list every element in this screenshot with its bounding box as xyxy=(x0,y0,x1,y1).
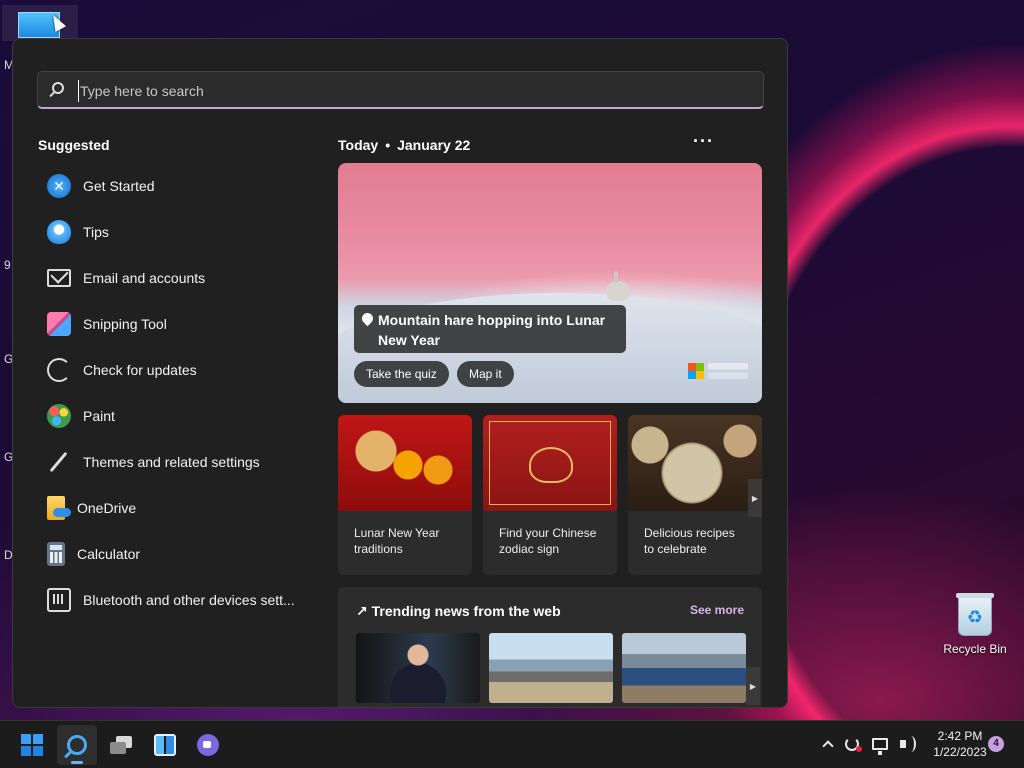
suggested-item-label: Snipping Tool xyxy=(83,316,167,332)
card-chinese-zodiac[interactable]: Find your Chinese zodiac sign xyxy=(483,415,617,575)
suggested-item-check-updates[interactable]: Check for updates xyxy=(37,347,307,393)
search-panel: Suggested ✕ Get Started Tips Email and a… xyxy=(12,38,788,708)
hero-caption-text: Mountain hare hopping into Lunar New Yea… xyxy=(378,312,606,348)
chevron-up-icon xyxy=(822,740,834,752)
suggested-item-label: Get Started xyxy=(83,178,155,194)
card-lunar-new-year[interactable]: Lunar New Year traditions xyxy=(338,415,472,575)
suggested-item-label: Bluetooth and other devices sett... xyxy=(83,592,295,608)
recycle-bin[interactable]: ♻ Recycle Bin xyxy=(940,593,1010,656)
bluetooth-devices-icon xyxy=(47,588,71,612)
suggested-item-tips[interactable]: Tips xyxy=(37,209,307,255)
widgets-button[interactable] xyxy=(145,725,185,765)
suggested-item-label: Paint xyxy=(83,408,115,424)
widgets-icon xyxy=(154,734,176,756)
microsoft-bing-logo-icon xyxy=(688,363,704,379)
suggested-item-paint[interactable]: Paint xyxy=(37,393,307,439)
brush-icon xyxy=(47,450,71,474)
alert-dot-icon xyxy=(856,746,862,752)
network-button[interactable] xyxy=(870,733,890,755)
taskbar-search-button[interactable] xyxy=(57,725,97,765)
cards-scroll-right-icon[interactable]: ▶ xyxy=(748,479,762,517)
see-more-link[interactable]: See more xyxy=(690,603,744,617)
tips-lightbulb-icon xyxy=(47,220,71,244)
task-view-icon xyxy=(110,736,132,754)
chat-button[interactable] xyxy=(188,725,228,765)
refresh-icon xyxy=(47,358,71,382)
chat-icon xyxy=(197,734,219,756)
hero-caption[interactable]: Mountain hare hopping into Lunar New Yea… xyxy=(354,305,626,353)
search-icon xyxy=(67,735,87,755)
trending-news-image[interactable] xyxy=(356,633,480,703)
card-title: Lunar New Year traditions xyxy=(354,526,440,556)
suggested-item-email-accounts[interactable]: Email and accounts xyxy=(37,255,307,301)
today-date: January 22 xyxy=(397,137,471,153)
calculator-icon xyxy=(47,542,65,566)
show-hidden-icons-button[interactable] xyxy=(818,733,838,755)
suggested-item-label: Calculator xyxy=(77,546,141,562)
suggested-item-label: Check for updates xyxy=(83,362,197,378)
search-input[interactable] xyxy=(78,80,738,102)
recycle-bin-label: Recycle Bin xyxy=(943,642,1007,656)
desktop-edge-text: 9 xyxy=(4,258,11,272)
hero-hare-image xyxy=(606,271,630,301)
trending-up-icon: ↗ xyxy=(356,603,368,619)
sync-status-button[interactable] xyxy=(842,733,862,755)
speaker-icon xyxy=(900,736,916,752)
suggested-heading: Suggested xyxy=(38,137,110,153)
windows-logo-icon xyxy=(21,734,43,756)
map-it-button[interactable]: Map it xyxy=(457,361,514,387)
search-box[interactable] xyxy=(37,71,764,109)
more-options-icon[interactable]: ··· xyxy=(693,131,714,152)
card-image xyxy=(338,415,472,511)
suggested-item-onedrive[interactable]: OneDrive xyxy=(37,485,307,531)
suggested-item-label: Themes and related settings xyxy=(83,454,260,470)
card-image xyxy=(628,415,762,511)
suggested-item-calculator[interactable]: Calculator xyxy=(37,531,307,577)
mail-icon xyxy=(47,269,71,287)
volume-button[interactable] xyxy=(893,733,916,755)
snipping-tool-icon xyxy=(47,312,71,336)
card-title: Delicious recipes to celebrate xyxy=(644,526,735,556)
notification-badge[interactable]: 4 xyxy=(988,736,1004,752)
suggested-item-themes[interactable]: Themes and related settings xyxy=(37,439,307,485)
trending-heading: ↗ Trending news from the web xyxy=(356,603,561,620)
take-quiz-button[interactable]: Take the quiz xyxy=(354,361,449,387)
today-separator: • xyxy=(385,137,391,153)
hero-card[interactable]: Mountain hare hopping into Lunar New Yea… xyxy=(338,163,762,403)
onedrive-icon xyxy=(47,496,71,520)
trending-news-image[interactable] xyxy=(622,633,746,703)
suggested-item-snipping-tool[interactable]: Snipping Tool xyxy=(37,301,307,347)
bing-wordmark xyxy=(708,363,748,379)
trending-title: Trending news from the web xyxy=(371,603,561,619)
start-button[interactable] xyxy=(12,725,52,765)
trending-news-section: ↗ Trending news from the web See more ▶ xyxy=(338,587,762,707)
suggested-item-label: Tips xyxy=(83,224,109,240)
suggested-list: ✕ Get Started Tips Email and accounts Sn… xyxy=(37,163,307,623)
suggested-item-label: OneDrive xyxy=(77,500,137,516)
location-pin-icon xyxy=(359,310,376,327)
search-icon xyxy=(52,82,64,94)
network-monitor-icon xyxy=(872,738,888,755)
taskbar: 2:42 PM 1/22/2023 4 xyxy=(0,720,1024,768)
task-view-button[interactable] xyxy=(101,725,141,765)
today-label: Today xyxy=(338,137,379,153)
card-title: Find your Chinese zodiac sign xyxy=(499,526,597,556)
get-started-icon: ✕ xyxy=(47,174,71,198)
paint-palette-icon xyxy=(47,404,71,428)
recycle-bin-icon: ♻ xyxy=(956,593,994,636)
suggested-item-bluetooth[interactable]: Bluetooth and other devices sett... xyxy=(37,577,307,623)
trending-scroll-right-icon[interactable]: ▶ xyxy=(746,667,760,705)
suggested-item-label: Email and accounts xyxy=(83,270,206,286)
trending-news-image[interactable] xyxy=(489,633,613,703)
card-recipes[interactable]: Delicious recipes to celebrate xyxy=(628,415,762,575)
suggested-item-get-started[interactable]: ✕ Get Started xyxy=(37,163,307,209)
today-heading: Today • January 22 xyxy=(338,137,470,153)
card-image xyxy=(483,415,617,511)
